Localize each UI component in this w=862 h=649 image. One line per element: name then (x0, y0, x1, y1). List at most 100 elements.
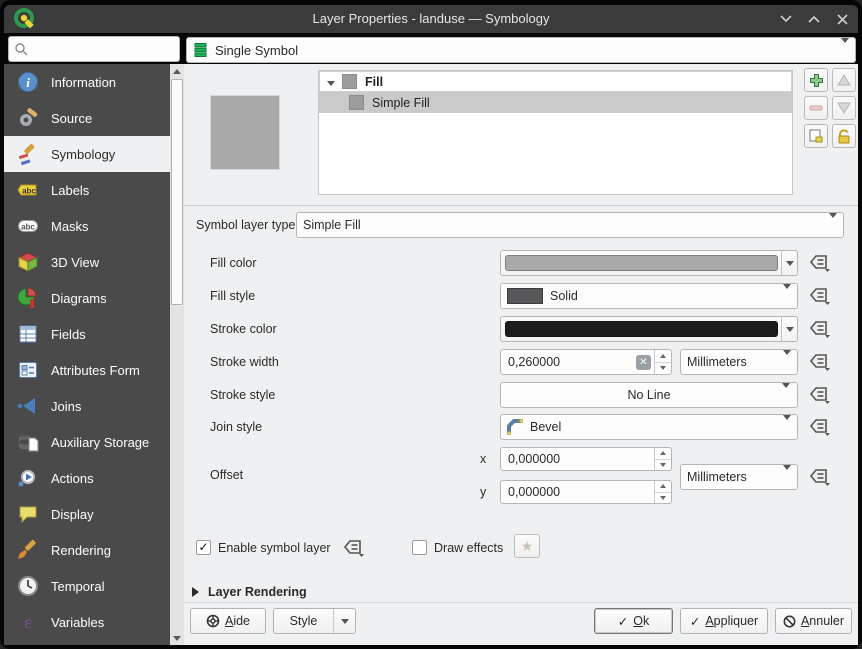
spin-down[interactable] (655, 493, 671, 504)
spin-down[interactable] (655, 363, 671, 375)
data-defined-override-button[interactable] (808, 384, 832, 406)
maximize-button[interactable] (806, 11, 822, 27)
data-defined-override-button[interactable] (808, 416, 832, 438)
sidebar-item-label: Auxiliary Storage (51, 435, 149, 450)
sidebar-item-temporal[interactable]: Temporal (4, 568, 170, 604)
source-icon (17, 107, 39, 129)
remove-symbol-layer-button[interactable] (804, 96, 828, 120)
effects-settings-button[interactable]: ★ (514, 534, 540, 558)
display-icon (17, 503, 39, 525)
cube-3d-icon (17, 251, 39, 273)
sidebar-item-fields[interactable]: Fields (4, 316, 170, 352)
stroke-width-unit-select[interactable]: Millimeters (680, 349, 798, 375)
renderer-type-select[interactable]: Single Symbol (186, 37, 856, 63)
sidebar-item-rendering[interactable]: Rendering (4, 532, 170, 568)
data-defined-override-button[interactable] (808, 318, 832, 340)
spin-down[interactable] (655, 460, 671, 471)
sidebar-item-label: Display (51, 507, 94, 522)
sidebar-item-actions[interactable]: Actions (4, 460, 170, 496)
sidebar-item-variables[interactable]: ε Variables (4, 604, 170, 640)
symbol-layer-type-select[interactable]: Simple Fill (296, 212, 844, 238)
join-style-label: Join style (210, 414, 262, 440)
data-defined-override-button[interactable] (808, 351, 832, 373)
renderer-type-value: Single Symbol (215, 43, 298, 58)
fill-color-dropdown[interactable] (781, 251, 797, 275)
tree-row-fill[interactable]: Fill (319, 71, 792, 92)
offset-y-input[interactable]: 0,000000 (500, 480, 672, 504)
sidebar-item-masks[interactable]: abc Masks (4, 208, 170, 244)
data-defined-override-button[interactable] (342, 537, 366, 559)
help-icon (206, 614, 220, 628)
data-defined-override-button[interactable] (808, 252, 832, 274)
clear-icon[interactable]: ✕ (636, 355, 651, 370)
offset-unit-select[interactable]: Millimeters (680, 464, 798, 490)
minimize-button[interactable] (778, 11, 794, 27)
move-up-button[interactable] (832, 68, 856, 92)
style-menu-button[interactable]: Style (273, 608, 356, 634)
stroke-width-input[interactable]: 0,260000 ✕ (500, 349, 672, 375)
properties-sidebar: i Information Source Symbology abc Label… (4, 64, 170, 645)
sidebar-item-symbology[interactable]: Symbology (4, 136, 170, 172)
style-dropdown-arrow[interactable] (333, 609, 355, 633)
sidebar-item-diagrams[interactable]: Diagrams (4, 280, 170, 316)
offset-y-value: 0,000000 (501, 485, 654, 499)
join-style-select[interactable]: Bevel (500, 414, 798, 440)
offset-label: Offset (210, 462, 243, 488)
scrollbar-thumb[interactable] (171, 79, 183, 305)
sidebar-item-source[interactable]: Source (4, 100, 170, 136)
sidebar-item-auxiliary-storage[interactable]: Auxiliary Storage (4, 424, 170, 460)
scroll-down-arrow[interactable] (170, 631, 184, 645)
labels-icon: abc (17, 179, 39, 201)
offset-x-input[interactable]: 0,000000 (500, 447, 672, 471)
data-defined-override-button[interactable] (808, 285, 832, 307)
tree-row-simple-fill[interactable]: Simple Fill (319, 92, 792, 113)
data-defined-override-button[interactable] (808, 466, 832, 488)
sidebar-item-joins[interactable]: Joins (4, 388, 170, 424)
help-button[interactable]: Aide (190, 608, 266, 634)
stroke-style-select[interactable]: No Line (500, 382, 798, 408)
enable-symbol-layer-checkbox[interactable] (196, 540, 211, 555)
lock-colors-button[interactable] (832, 124, 856, 148)
fill-color-button[interactable] (500, 250, 798, 276)
sidebar-item-3d-view[interactable]: 3D View (4, 244, 170, 280)
lock-open-icon (836, 128, 852, 144)
move-down-button[interactable] (832, 96, 856, 120)
apply-button[interactable]: ✓ Appliquer (680, 608, 768, 634)
check-icon: ✓ (618, 614, 628, 629)
sidebar-item-attributes-form[interactable]: Attributes Form (4, 352, 170, 388)
stroke-color-button[interactable] (500, 316, 798, 342)
stroke-style-label: Stroke style (210, 382, 275, 408)
layer-rendering-header[interactable]: Layer Rendering (208, 583, 307, 601)
cancel-button[interactable]: Annuler (775, 608, 852, 634)
ok-button[interactable]: ✓ Ok (594, 608, 673, 634)
title-bar[interactable]: Layer Properties - landuse — Symbology (4, 5, 858, 33)
unit-value: Millimeters (687, 355, 747, 369)
sidebar-item-labels[interactable]: abc Labels (4, 172, 170, 208)
spin-up[interactable] (655, 350, 671, 363)
enable-symbol-layer-label: Enable symbol layer (218, 540, 331, 556)
sidebar-scrollbar[interactable] (170, 64, 184, 645)
stroke-color-label: Stroke color (210, 316, 277, 342)
sidebar-item-information[interactable]: i Information (4, 64, 170, 100)
sidebar-item-display[interactable]: Display (4, 496, 170, 532)
expander-icon[interactable] (320, 75, 342, 89)
single-symbol-icon (193, 42, 209, 58)
collapse-arrow-icon[interactable] (192, 587, 199, 597)
spin-up[interactable] (655, 448, 671, 460)
close-button[interactable] (834, 11, 850, 27)
spin-up[interactable] (655, 481, 671, 493)
sidebar-item-label: Actions (51, 471, 94, 486)
duplicate-symbol-layer-button[interactable] (804, 124, 828, 148)
fill-style-value: Solid (550, 289, 578, 303)
sidebar-item-label: Symbology (51, 147, 115, 162)
window-title: Layer Properties - landuse — Symbology (4, 5, 858, 33)
layer-properties-dialog: Layer Properties - landuse — Symbology S… (0, 0, 862, 649)
search-input[interactable] (8, 36, 180, 62)
fill-style-select[interactable]: Solid (500, 283, 798, 309)
add-symbol-layer-button[interactable] (804, 68, 828, 92)
scroll-up-arrow[interactable] (170, 64, 184, 78)
stroke-color-dropdown[interactable] (781, 317, 797, 341)
sidebar-item-label: Diagrams (51, 291, 107, 306)
stroke-color-swatch (505, 321, 778, 337)
draw-effects-checkbox[interactable] (412, 540, 427, 555)
